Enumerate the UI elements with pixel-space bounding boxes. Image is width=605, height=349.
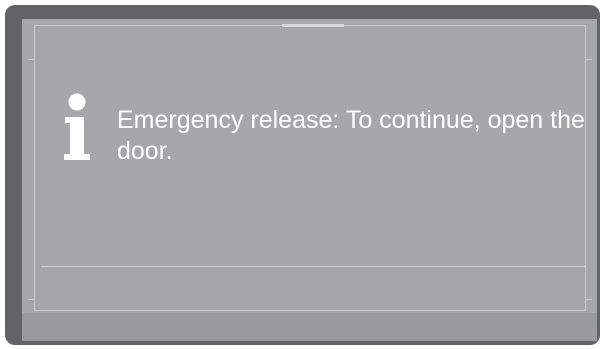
display-screen: Emergency release: To continue, open the… xyxy=(22,19,597,341)
dialog-frame xyxy=(34,25,586,311)
bottom-band xyxy=(22,313,597,341)
info-icon xyxy=(61,92,91,164)
frame-tick-right-top xyxy=(586,59,592,60)
dialog-divider xyxy=(41,266,586,267)
frame-tick-left-bottom xyxy=(28,299,34,300)
frame-tick-right-bottom xyxy=(586,299,592,300)
device-frame: Emergency release: To continue, open the… xyxy=(5,5,600,345)
top-handle xyxy=(282,24,344,27)
frame-tick-left-top xyxy=(28,59,34,60)
dialog-message: Emergency release: To continue, open the… xyxy=(117,106,585,165)
